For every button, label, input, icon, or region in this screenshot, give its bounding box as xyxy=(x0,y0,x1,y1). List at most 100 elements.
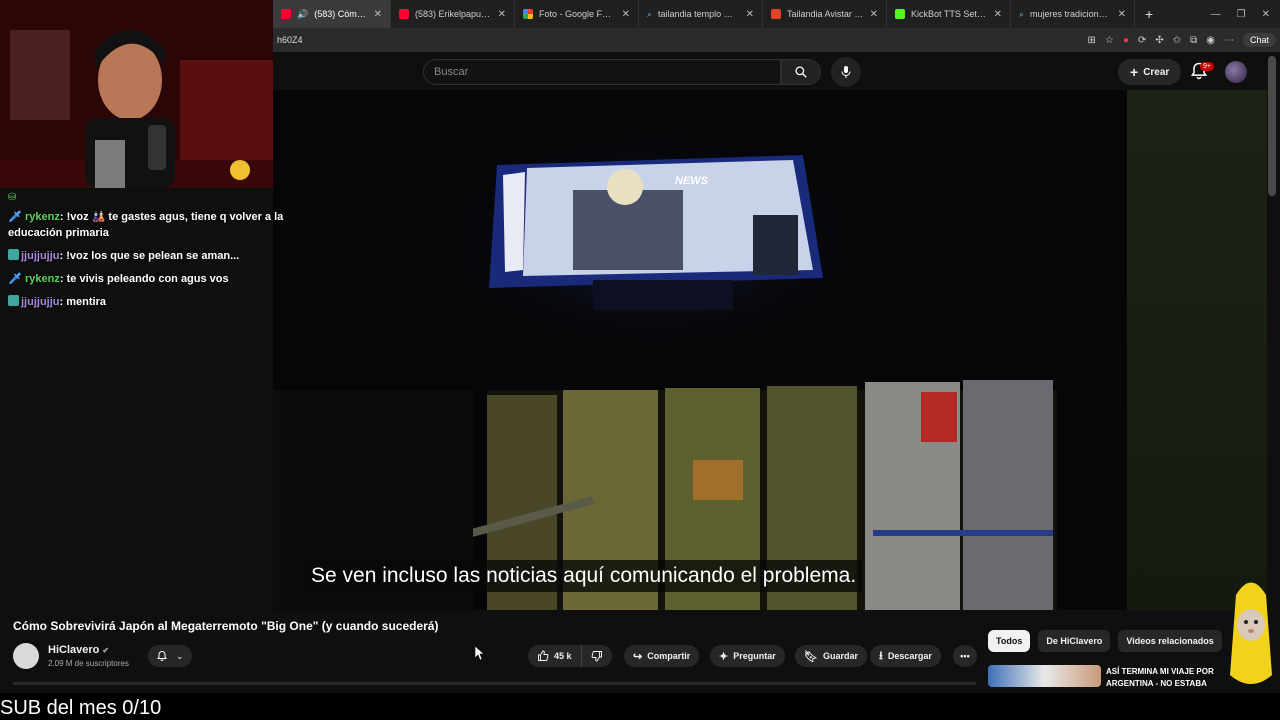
browser-tab[interactable]: ⌕ mujeres tradicionales d ✕ xyxy=(1011,0,1135,28)
google-photos-favicon-icon xyxy=(523,9,533,19)
close-tab-icon[interactable]: ✕ xyxy=(994,9,1002,20)
search-favicon-icon: ⌕ xyxy=(1019,8,1025,19)
sword-badge-icon: 🗡 xyxy=(8,273,22,285)
refresh-extension-icon[interactable]: ⟳ xyxy=(1138,35,1146,46)
share-button[interactable]: ↪ Compartir xyxy=(624,645,700,667)
close-window-icon[interactable]: ✕ xyxy=(1262,9,1270,20)
streamer-webcam xyxy=(0,0,273,188)
profile-icon[interactable]: ◉ xyxy=(1206,35,1215,46)
app-icon[interactable]: ⊞ xyxy=(1088,35,1096,46)
chip-related-videos[interactable]: Videos relacionados xyxy=(1118,630,1222,652)
subscriber-count: 2.09 M de suscriptores xyxy=(48,659,129,668)
sword-badge-icon: 🗡 xyxy=(8,211,22,223)
collections-icon[interactable]: ⧉ xyxy=(1190,35,1197,46)
plus-icon: + xyxy=(1130,64,1139,80)
chevron-down-icon: ⌄ xyxy=(176,650,184,661)
site-favicon-icon xyxy=(771,9,781,19)
menu-dots-icon[interactable]: ⋯ xyxy=(1224,35,1234,46)
youtube-header: Buscar + Crear 9+ xyxy=(273,52,1280,90)
more-dots-icon: ••• xyxy=(960,651,970,661)
dislike-button[interactable] xyxy=(581,645,612,667)
webcam-feed xyxy=(0,0,273,188)
extensions-bar: ⊞ ☆ ● ⟳ ✣ ✩ ⧉ ◉ ⋯ Chat xyxy=(1088,33,1276,47)
stream-chat-overlay: ⛁ 🗡 rykenz: !voz 🎎 te gastes agus, tiene… xyxy=(0,188,300,328)
banana-cat-sticker xyxy=(1230,582,1272,684)
search-icon xyxy=(795,66,807,78)
browser-tab[interactable]: (583) Erikelpapu - YouTu ✕ xyxy=(391,0,515,28)
search-input[interactable]: Buscar xyxy=(423,59,781,85)
video-player[interactable]: NEWS xyxy=(273,90,1127,610)
extension-icon[interactable]: ● xyxy=(1123,35,1129,46)
chat-header-icon: ⛁ xyxy=(8,192,17,203)
subscriber-badge-icon xyxy=(8,295,19,306)
channel-name[interactable]: HiClavero ✔ xyxy=(48,644,109,656)
speaker-icon[interactable]: 🔊 xyxy=(297,9,308,20)
close-tab-icon[interactable]: ✕ xyxy=(622,9,630,20)
chat-message: jjujjujju: !voz los que se pelean se ama… xyxy=(8,248,292,264)
window-controls: — ❐ ✕ xyxy=(1211,9,1280,20)
minimize-icon[interactable]: — xyxy=(1211,9,1221,20)
video-frame: NEWS xyxy=(273,90,1127,610)
youtube-favicon-icon xyxy=(399,9,409,19)
like-button[interactable]: 45 k xyxy=(528,645,582,667)
chat-message: jjujjujju: mentira xyxy=(8,294,292,310)
browser-tab[interactable]: Tailandia Avistar delfine ✕ xyxy=(763,0,887,28)
ask-button[interactable]: ✦ Preguntar xyxy=(710,645,785,667)
browser-tab[interactable]: ⌕ tailandia templo mono ✕ xyxy=(639,0,763,28)
close-tab-icon[interactable]: ✕ xyxy=(870,9,878,20)
subscriber-badge-icon xyxy=(8,249,19,260)
account-avatar[interactable] xyxy=(1225,61,1247,83)
more-actions-button[interactable]: ••• xyxy=(953,645,977,667)
share-arrow-icon: ↪ xyxy=(633,650,643,663)
copilot-chat-button[interactable]: Chat xyxy=(1242,33,1276,47)
stream-bottom-bar xyxy=(0,693,1280,720)
close-tab-icon[interactable]: ✕ xyxy=(374,9,382,20)
video-title: Cómo Sobrevivirá Japón al Megaterremoto … xyxy=(13,619,439,633)
close-tab-icon[interactable]: ✕ xyxy=(1118,9,1126,20)
url-field[interactable]: h60Z4 xyxy=(277,35,303,45)
like-dislike-group: 45 k xyxy=(528,645,612,667)
page-divider xyxy=(13,682,976,685)
related-video-title[interactable]: ASÍ TERMINA MI VIAJE POR ARGENTINA - NO … xyxy=(1106,666,1231,688)
verified-icon: ✔ xyxy=(102,646,110,655)
browser-tab[interactable]: 🔊 (583) Cómo Sobrevi ✕ xyxy=(273,0,391,28)
youtube-favicon-icon xyxy=(281,9,291,19)
tv-news-logo: NEWS xyxy=(675,175,709,187)
close-tab-icon[interactable]: ✕ xyxy=(746,9,754,20)
create-button[interactable]: + Crear xyxy=(1118,59,1182,85)
subscribed-button[interactable]: ⌄ xyxy=(148,645,192,667)
microphone-icon xyxy=(841,66,851,78)
close-tab-icon[interactable]: ✕ xyxy=(498,9,506,20)
restore-icon[interactable]: ❐ xyxy=(1237,9,1246,20)
thumbs-down-icon xyxy=(591,651,602,662)
sub-goal-counter: SUB del mes 0/10 xyxy=(0,697,162,719)
download-button[interactable]: ⭳ Descargar xyxy=(870,645,941,667)
channel-avatar[interactable] xyxy=(13,643,39,669)
search-favicon-icon: ⌕ xyxy=(647,8,653,19)
video-subtitle: Se ven incluso las noticias aquí comunic… xyxy=(305,560,863,592)
thumbs-up-icon xyxy=(538,650,549,661)
save-button[interactable]: 🔖︎ Guardar xyxy=(795,645,867,667)
bell-icon xyxy=(157,650,167,661)
chip-all[interactable]: Todos xyxy=(988,630,1031,652)
bookmark-icon: 🔖︎ xyxy=(804,650,818,663)
bookmark-star-icon[interactable]: ☆ xyxy=(1105,35,1114,46)
sparkle-icon: ✦ xyxy=(719,650,729,663)
browser-tab-bar: 🔊 (583) Cómo Sobrevi ✕ (583) Erikelpapu … xyxy=(273,0,1280,28)
kick-favicon-icon xyxy=(895,9,905,19)
download-icon: ⭳ xyxy=(879,649,883,662)
browser-tab[interactable]: Foto - Google Fotos ✕ xyxy=(515,0,639,28)
page-scrollbar[interactable] xyxy=(1268,56,1276,196)
chat-message: 🗡 rykenz: !voz 🎎 te gastes agus, tiene q… xyxy=(8,211,284,239)
voice-search-button[interactable] xyxy=(831,57,861,87)
secondary-panel xyxy=(1127,90,1267,610)
search-button[interactable] xyxy=(781,59,821,85)
related-video-thumbnail[interactable] xyxy=(988,665,1101,687)
browser-tab[interactable]: KickBot TTS Settings ✕ xyxy=(887,0,1011,28)
chip-from-channel[interactable]: De HiClavero xyxy=(1038,630,1111,652)
chat-message: 🗡 rykenz: te vivis peleando con agus vos xyxy=(8,273,229,285)
extensions-puzzle-icon[interactable]: ✣ xyxy=(1155,35,1163,46)
mouse-cursor-icon xyxy=(475,646,485,660)
new-tab-icon[interactable]: + xyxy=(1135,6,1163,22)
favorites-icon[interactable]: ✩ xyxy=(1173,35,1181,46)
